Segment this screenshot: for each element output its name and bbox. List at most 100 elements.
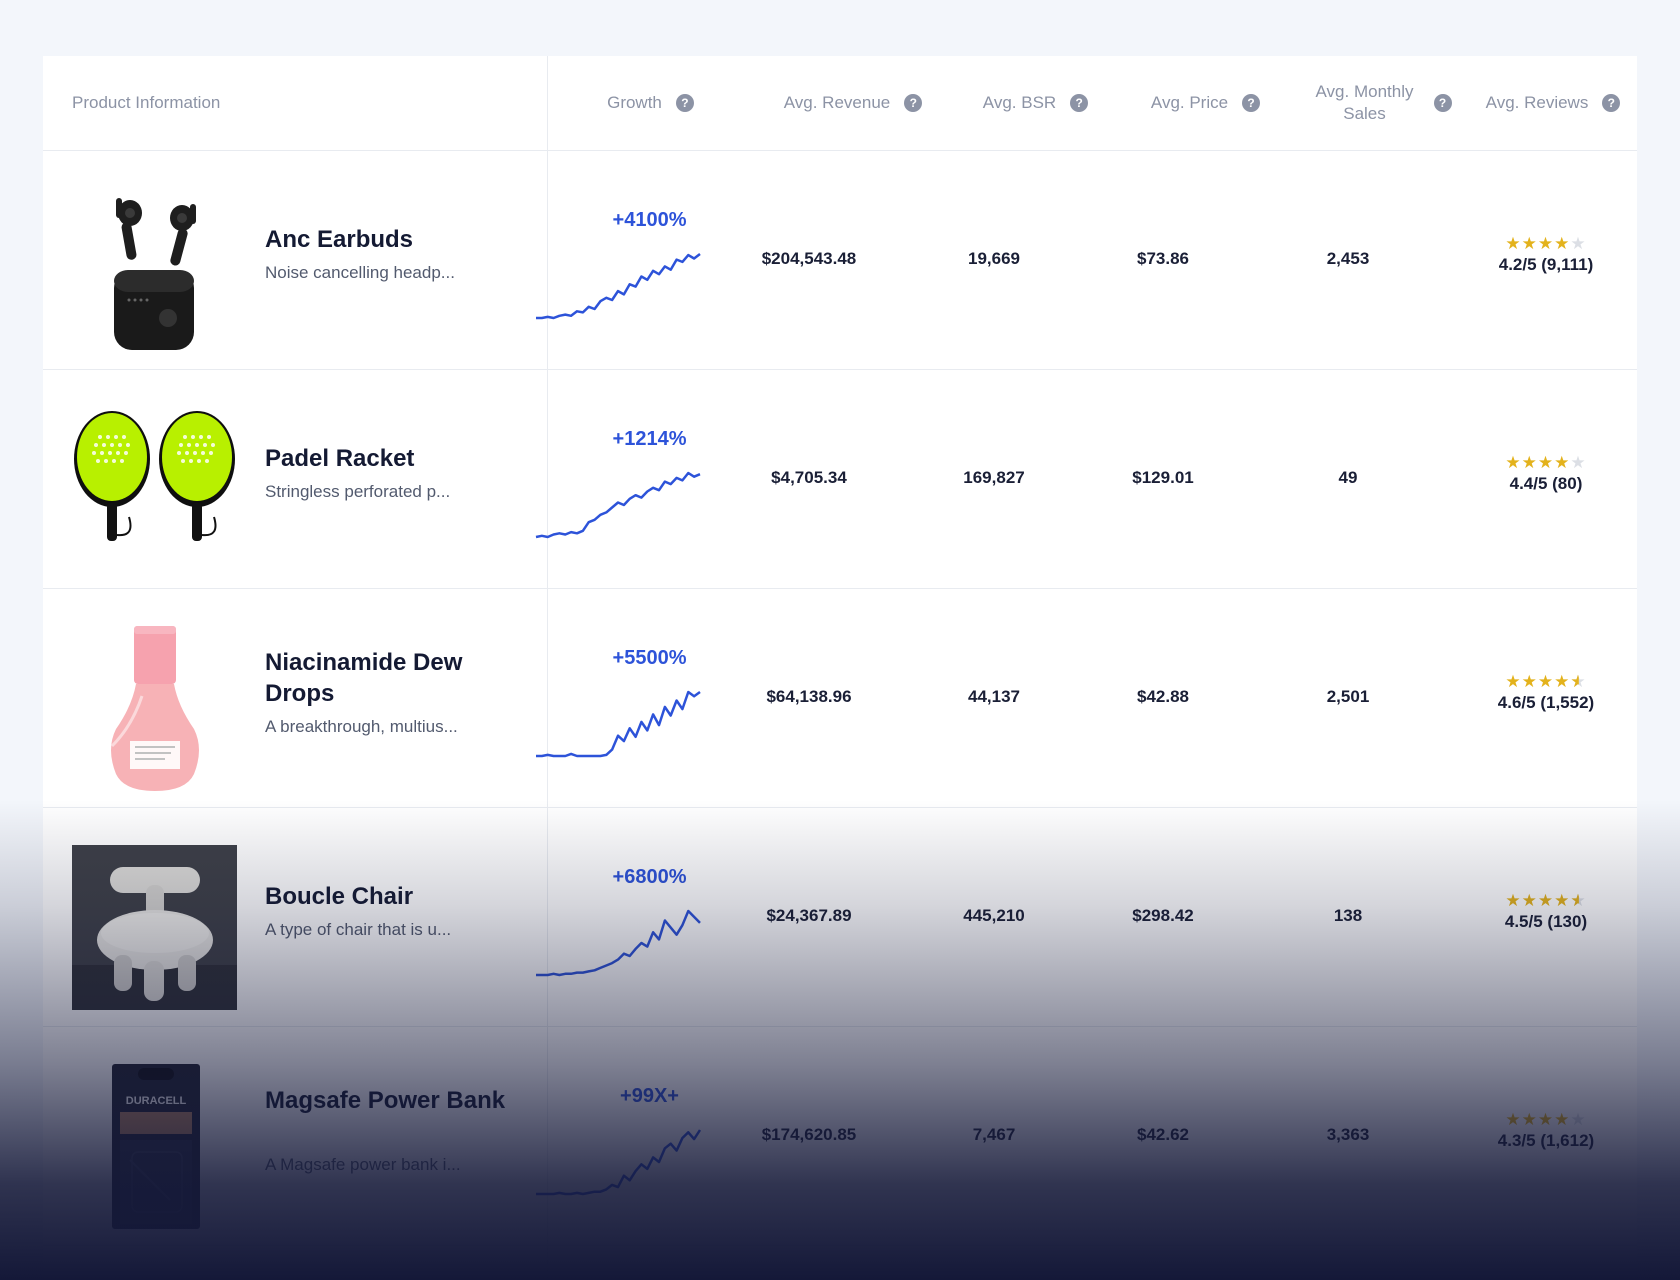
rating-text: 4.3/5 (1,612)	[1497, 1131, 1595, 1150]
star-rating: ★★★★★	[1498, 672, 1594, 692]
star-rating: ★★★★★	[1505, 454, 1586, 472]
header-growth[interactable]: Growth ?	[563, 56, 738, 150]
star-full-icon: ★	[1521, 672, 1538, 691]
growth-percent: +4100%	[612, 209, 687, 231]
avg-monthly-sales: 2,453	[1326, 249, 1370, 268]
star-full-icon: ★	[1537, 672, 1555, 691]
power-bank-icon: DURACELL	[112, 1064, 200, 1229]
help-icon[interactable]: ?	[1242, 94, 1261, 112]
help-icon[interactable]: ?	[1602, 94, 1621, 112]
avg-revenue: $64,138.96	[766, 687, 852, 706]
help-icon[interactable]: ?	[1070, 94, 1089, 112]
avg-bsr: 169,827	[963, 468, 1025, 487]
header-avg-revenue[interactable]: Avg. Revenue ?	[753, 56, 953, 150]
sparkline-path	[536, 1129, 702, 1196]
product-name[interactable]: Anc Earbuds	[265, 224, 520, 255]
header-avg-bsr[interactable]: Avg. BSR ?	[943, 56, 1128, 150]
star-full-icon: ★	[1521, 234, 1538, 253]
product-name[interactable]: Boucle Chair	[265, 881, 520, 912]
star-rating: ★★★★★	[1498, 1111, 1594, 1129]
growth-percent: +5500%	[612, 647, 687, 669]
growth-percent: +6800%	[612, 866, 687, 888]
growth-percent: +1214%	[612, 428, 687, 450]
avg-bsr: 44,137	[968, 687, 1020, 706]
avg-price: $129.01	[1132, 468, 1194, 487]
help-icon[interactable]: ?	[904, 94, 923, 112]
avg-monthly-sales: 49	[1338, 468, 1358, 487]
avg-bsr: 445,210	[963, 906, 1025, 925]
avg-price: $73.86	[1137, 249, 1189, 268]
table-header: Product Information Growth ? Avg. Revenu…	[43, 56, 1637, 151]
star-full-icon: ★	[1505, 1110, 1522, 1129]
star-full-icon: ★	[1537, 453, 1555, 472]
product-image-power-bank[interactable]: DURACELL	[72, 1064, 237, 1229]
star-full-icon: ★	[1521, 891, 1538, 910]
rating: ★★★★★ 4.4/5 (80)	[1505, 454, 1586, 494]
product-name[interactable]: Niacinamide Dew Drops	[265, 647, 520, 709]
star-full-icon: ★	[1505, 672, 1522, 691]
product-image-boucle-chair[interactable]	[72, 845, 237, 1010]
avg-monthly-sales: 138	[1333, 906, 1363, 925]
growth-sparkline	[536, 253, 701, 320]
avg-monthly-sales: 2,501	[1326, 687, 1370, 706]
rating: ★★★★★ 4.2/5 (9,111)	[1499, 235, 1594, 275]
header-avg-monthly-sales[interactable]: Avg. Monthly Sales ?	[1273, 56, 1488, 150]
rating: ★★★★★ 4.6/5 (1,552)	[1498, 673, 1594, 713]
growth-percent: +99X+	[620, 1085, 679, 1107]
earbuds-icon	[114, 198, 196, 350]
product-name[interactable]: Padel Racket	[265, 443, 520, 474]
table-row[interactable]: Niacinamide Dew Drops A breakthrough, mu…	[43, 589, 1637, 808]
product-description: Stringless perforated p...	[265, 482, 451, 501]
header-avg-reviews[interactable]: Avg. Reviews ?	[1463, 56, 1643, 150]
star-full-icon: ★	[1537, 891, 1555, 910]
table-row[interactable]: Boucle Chair A type of chair that is u..…	[43, 808, 1637, 1027]
help-icon[interactable]: ?	[675, 94, 694, 112]
star-full-icon: ★	[1505, 234, 1522, 253]
avg-price: $42.62	[1137, 1125, 1189, 1144]
product-image-padel-racket[interactable]	[72, 407, 237, 572]
star-full-icon: ★	[1554, 234, 1571, 253]
avg-monthly-sales: 3,363	[1326, 1125, 1370, 1144]
star-full-icon: ★	[1554, 1110, 1571, 1129]
product-description: A type of chair that is u...	[265, 920, 452, 939]
products-table: Product Information Growth ? Avg. Revenu…	[43, 56, 1637, 1280]
avg-price: $298.42	[1132, 906, 1194, 925]
rating: ★★★★★ 4.3/5 (1,612)	[1498, 1111, 1594, 1151]
serum-bottle-icon	[110, 626, 199, 791]
star-half-icon: ★	[1570, 673, 1586, 692]
product-image-serum[interactable]	[72, 626, 237, 791]
svg-text:DURACELL: DURACELL	[126, 1095, 187, 1107]
growth-sparkline	[536, 1129, 702, 1196]
table-row[interactable]: Padel Racket Stringless perforated p... …	[43, 370, 1637, 589]
growth-sparkline	[535, 471, 701, 539]
padel-racket-icon	[74, 411, 235, 541]
star-full-icon: ★	[1537, 234, 1555, 253]
star-rating: ★★★★★	[1505, 891, 1587, 911]
avg-revenue: $4,705.34	[771, 468, 847, 487]
star-half-icon: ★	[1570, 892, 1586, 911]
avg-bsr: 7,467	[972, 1125, 1016, 1144]
boucle-chair-icon	[72, 845, 237, 1010]
star-empty-icon: ★	[1570, 1110, 1587, 1129]
avg-price: $42.88	[1137, 687, 1189, 706]
star-full-icon: ★	[1505, 891, 1522, 910]
star-full-icon: ★	[1554, 891, 1571, 910]
table-row[interactable]: Anc Earbuds Noise cancelling headp... +4…	[43, 151, 1637, 370]
rating-text: 4.6/5 (1,552)	[1497, 693, 1595, 712]
star-rating: ★★★★★	[1499, 235, 1594, 253]
star-full-icon: ★	[1521, 453, 1538, 472]
rating: ★★★★★ 4.5/5 (130)	[1505, 892, 1587, 932]
rating-text: 4.2/5 (9,111)	[1498, 255, 1594, 274]
header-product-information[interactable]: Product Information	[72, 56, 220, 150]
growth-sparkline	[536, 690, 701, 758]
star-empty-icon: ★	[1570, 234, 1587, 253]
rating-text: 4.4/5 (80)	[1509, 474, 1583, 493]
product-description: Noise cancelling headp...	[265, 263, 455, 282]
sparkline-path	[535, 471, 701, 539]
table-row[interactable]: DURACELL Magsafe Power Bank A Magsafe po…	[43, 1027, 1637, 1246]
product-image-earbuds[interactable]	[72, 188, 237, 353]
avg-revenue: $204,543.48	[761, 249, 857, 268]
help-icon[interactable]: ?	[1433, 94, 1452, 112]
product-name[interactable]: Magsafe Power Bank	[265, 1085, 520, 1116]
avg-bsr: 19,669	[968, 249, 1020, 268]
